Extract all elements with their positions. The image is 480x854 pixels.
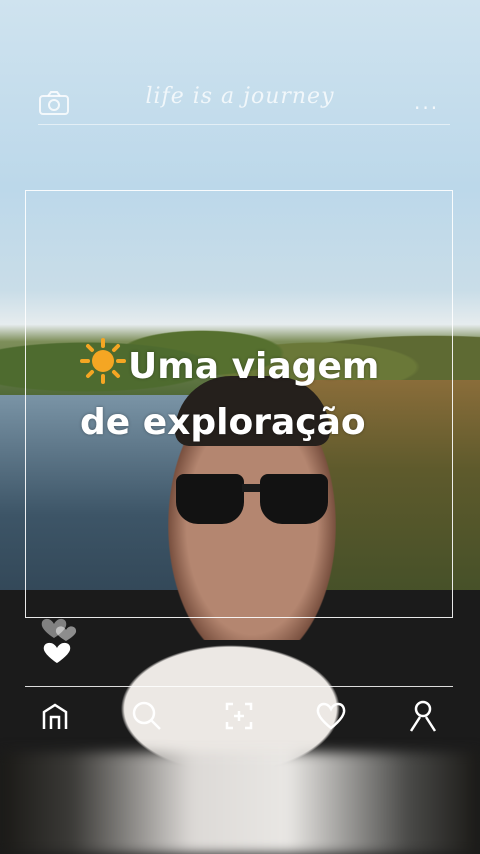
blurred-foreground bbox=[0, 752, 480, 854]
nav-divider bbox=[25, 686, 453, 687]
profile-icon[interactable] bbox=[403, 696, 443, 736]
search-icon[interactable] bbox=[127, 696, 167, 736]
sun-icon bbox=[80, 338, 128, 398]
more-options-icon[interactable]: ... bbox=[414, 90, 439, 114]
home-icon[interactable] bbox=[35, 696, 75, 736]
floating-hearts bbox=[40, 610, 90, 670]
caption-line2: de exploração bbox=[80, 402, 366, 443]
heart-icon[interactable] bbox=[311, 696, 351, 736]
header-title: life is a journey bbox=[145, 84, 335, 109]
bottom-nav bbox=[25, 696, 453, 736]
header-divider bbox=[38, 124, 450, 125]
add-post-icon[interactable] bbox=[219, 696, 259, 736]
caption: Uma viagem de exploração bbox=[80, 338, 450, 448]
caption-line1: Uma viagem bbox=[128, 346, 380, 387]
camera-icon[interactable] bbox=[38, 90, 70, 120]
